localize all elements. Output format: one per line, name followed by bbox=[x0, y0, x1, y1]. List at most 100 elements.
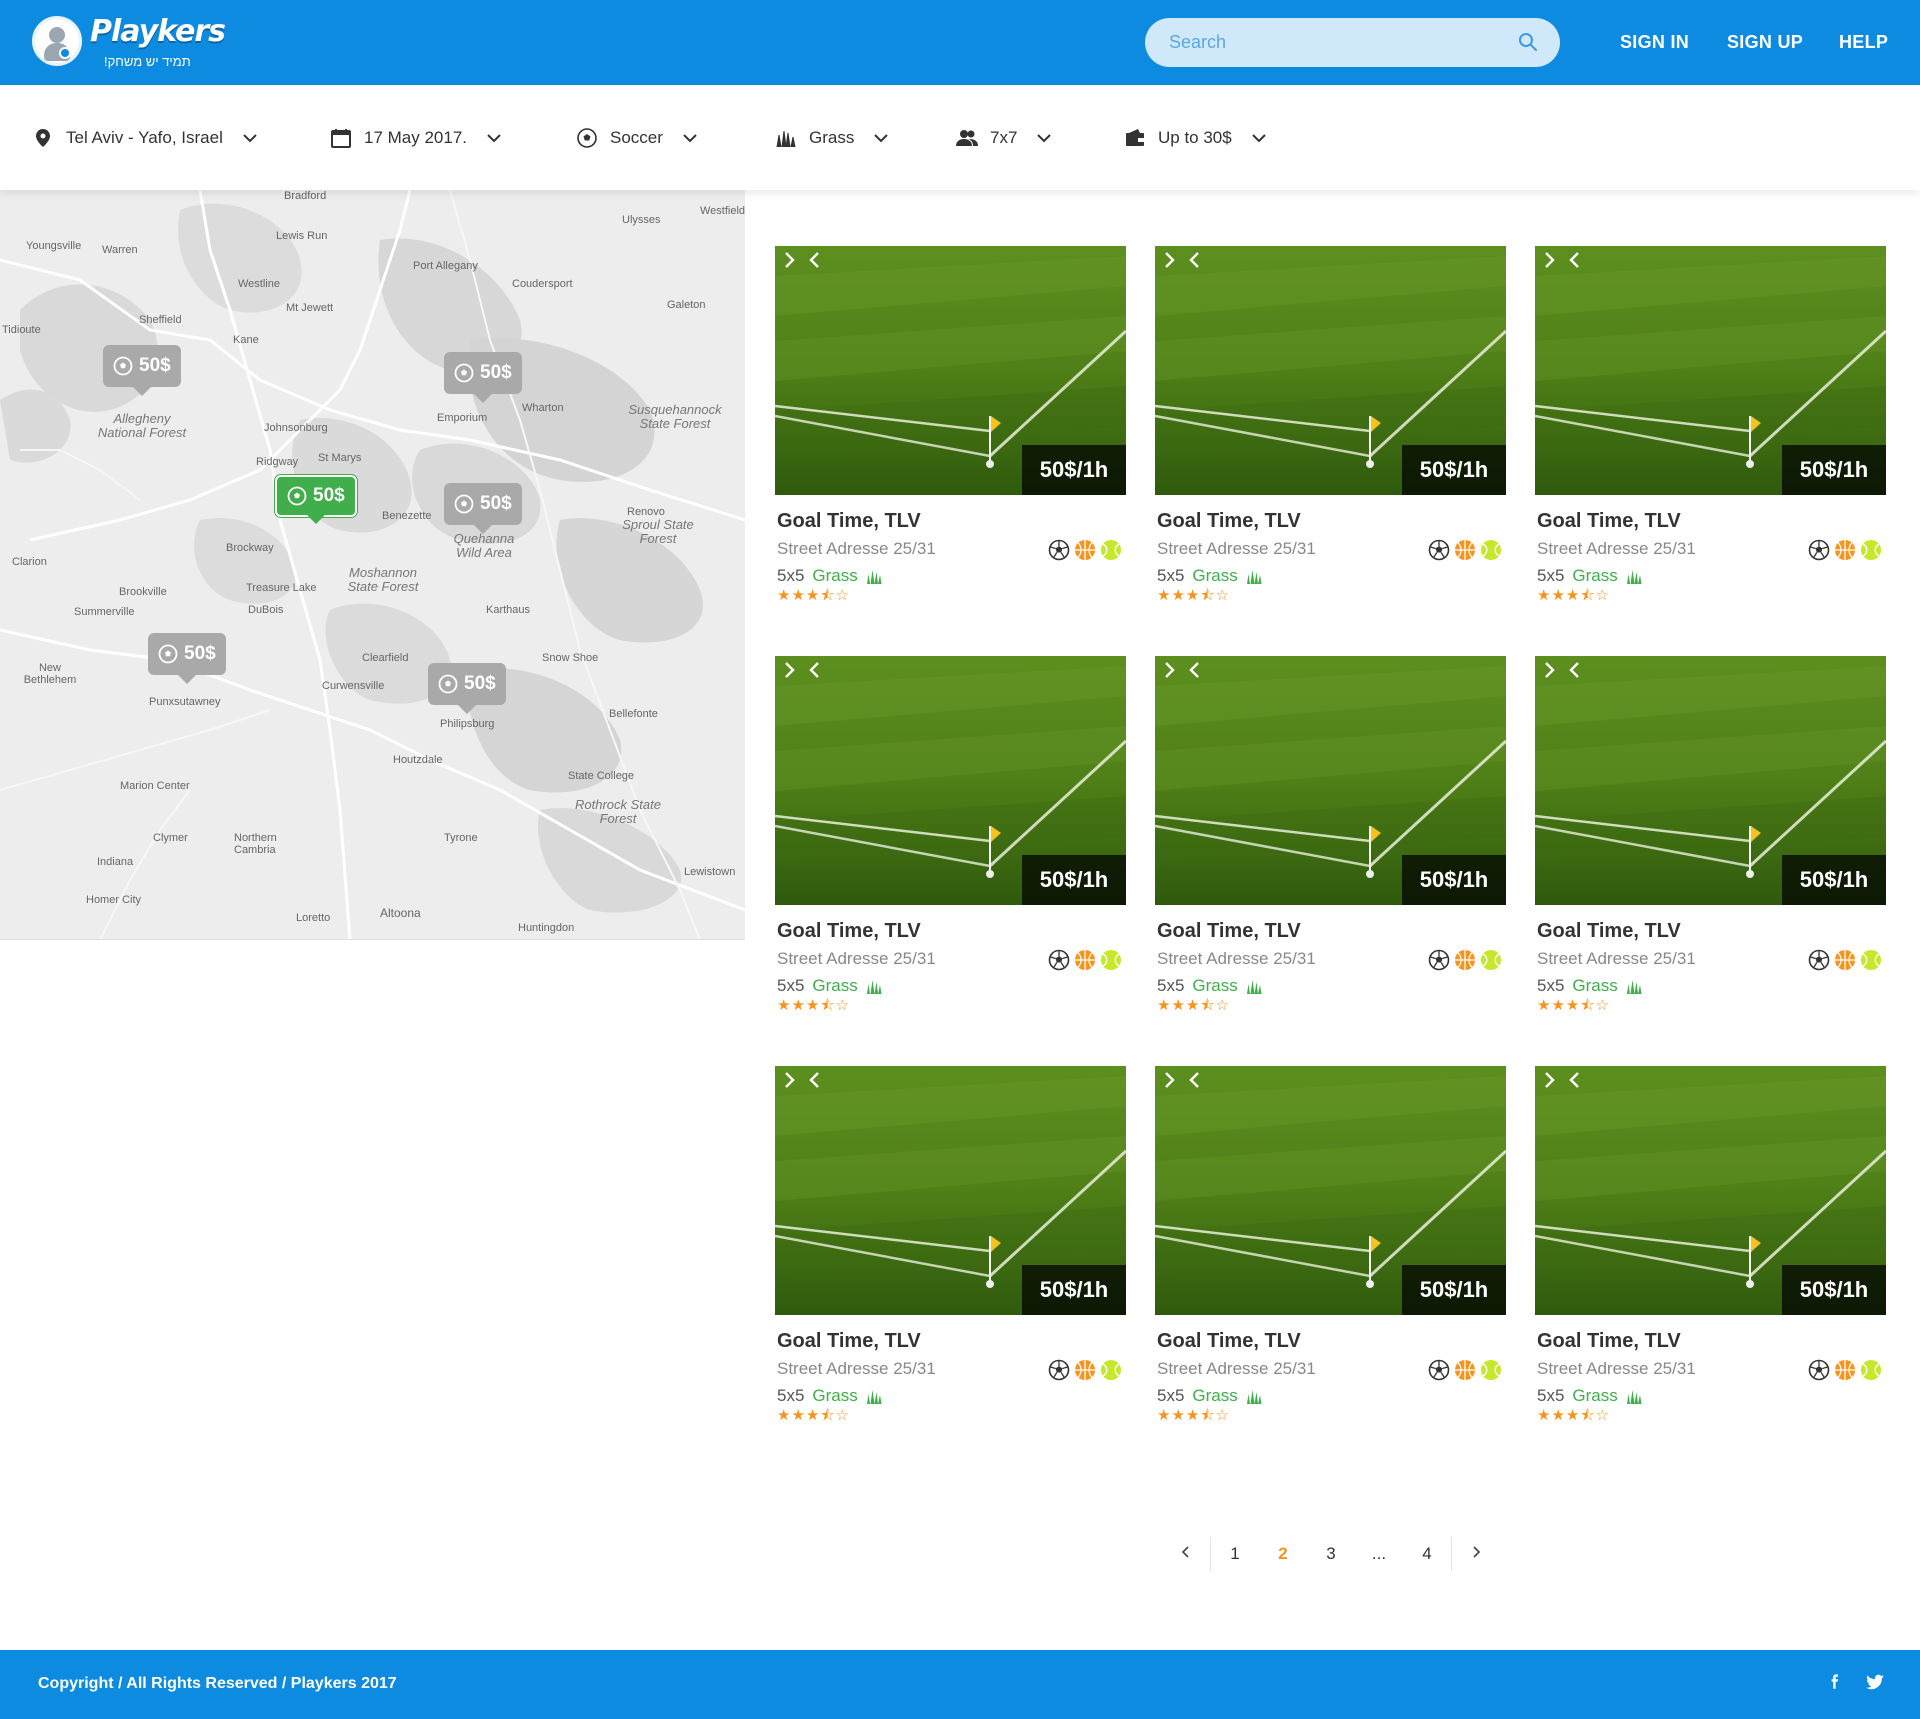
map-place: Indiana bbox=[97, 856, 134, 868]
venue-address: Street Adresse 25/31 bbox=[1157, 949, 1316, 968]
map-price-pin[interactable]: 50$ bbox=[428, 663, 506, 714]
soccer-ball-icon bbox=[1048, 539, 1070, 561]
surface-type: Grass bbox=[812, 1386, 858, 1405]
map-price-pin[interactable]: 50$ bbox=[444, 352, 522, 403]
venue-name[interactable]: Goal Time, TLV bbox=[777, 510, 921, 533]
price-badge: 50$/1h bbox=[1402, 1265, 1506, 1315]
next-photo-icon[interactable] bbox=[775, 1066, 803, 1094]
map-price-pin-active[interactable]: 50$ bbox=[275, 475, 357, 524]
map-place: Homer City bbox=[86, 894, 142, 906]
page-link[interactable]: 4 bbox=[1403, 1544, 1451, 1564]
previous-photo-icon[interactable] bbox=[801, 1066, 829, 1094]
soccer-ball-icon bbox=[1428, 539, 1450, 561]
chevron-down-icon bbox=[1037, 134, 1052, 143]
next-page-icon[interactable] bbox=[1452, 1544, 1500, 1564]
map-place: Emporium bbox=[437, 412, 488, 424]
map-place: Clearfield bbox=[362, 652, 409, 664]
map-place: New Bethlehem bbox=[23, 662, 77, 686]
venue-card[interactable]: 50$/1h Goal Time, TLV Street Adresse 25/… bbox=[1155, 246, 1506, 611]
twitter-icon[interactable] bbox=[1865, 1672, 1885, 1692]
next-photo-icon[interactable] bbox=[1155, 1066, 1183, 1094]
map-place: Tidioute bbox=[2, 324, 41, 336]
previous-photo-icon[interactable] bbox=[1181, 656, 1209, 684]
venue-card[interactable]: 50$/1h Goal Time, TLV Street Adresse 25/… bbox=[1535, 656, 1886, 1021]
location-filter[interactable]: Tel Aviv - Yafo, Israel bbox=[32, 125, 257, 151]
previous-photo-icon[interactable] bbox=[801, 656, 829, 684]
field-size: 5x5 bbox=[1157, 1386, 1185, 1405]
team-size-filter[interactable]: 7x7 bbox=[956, 125, 1052, 151]
previous-page-icon[interactable] bbox=[1162, 1544, 1210, 1564]
venue-photo[interactable]: 50$/1h bbox=[1155, 246, 1506, 495]
map-price-pin[interactable]: 50$ bbox=[444, 483, 522, 534]
map[interactable]: Bradford Youngsville Warren Lewis Run Ul… bbox=[0, 190, 745, 940]
next-photo-icon[interactable] bbox=[1155, 656, 1183, 684]
map-place: DuBois bbox=[248, 604, 284, 616]
previous-photo-icon[interactable] bbox=[1561, 656, 1589, 684]
search-input[interactable] bbox=[1169, 18, 1509, 67]
venue-address: Street Adresse 25/31 bbox=[777, 949, 936, 968]
venue-name[interactable]: Goal Time, TLV bbox=[777, 1330, 921, 1353]
venue-name[interactable]: Goal Time, TLV bbox=[1157, 1330, 1301, 1353]
map-price-pin[interactable]: 50$ bbox=[148, 633, 226, 684]
search-icon[interactable] bbox=[1518, 32, 1538, 52]
venue-name[interactable]: Goal Time, TLV bbox=[1537, 920, 1681, 943]
venue-card[interactable]: 50$/1h Goal Time, TLV Street Adresse 25/… bbox=[1535, 246, 1886, 611]
next-photo-icon[interactable] bbox=[1535, 656, 1563, 684]
venue-photo[interactable]: 50$/1h bbox=[775, 246, 1126, 495]
star-rating: ★★★⯪☆ bbox=[1537, 587, 1610, 604]
previous-photo-icon[interactable] bbox=[1561, 246, 1589, 274]
venue-card[interactable]: 50$/1h Goal Time, TLV Street Adresse 25/… bbox=[1155, 1066, 1506, 1431]
sports-icons bbox=[1048, 949, 1122, 971]
venue-photo[interactable]: 50$/1h bbox=[1535, 246, 1886, 495]
venue-name[interactable]: Goal Time, TLV bbox=[1537, 510, 1681, 533]
venue-photo[interactable]: 50$/1h bbox=[1535, 1066, 1886, 1315]
venue-photo[interactable]: 50$/1h bbox=[775, 656, 1126, 905]
map-place: Clarion bbox=[12, 556, 47, 568]
grass-icon bbox=[1246, 1390, 1262, 1404]
next-photo-icon[interactable] bbox=[775, 656, 803, 684]
facebook-icon[interactable] bbox=[1826, 1672, 1846, 1692]
page-link-current[interactable]: 2 bbox=[1259, 1544, 1307, 1564]
previous-photo-icon[interactable] bbox=[801, 246, 829, 274]
date-filter[interactable]: 17 May 2017. bbox=[330, 125, 501, 151]
map-place: Westline bbox=[238, 278, 280, 290]
map-place: Westfield bbox=[700, 205, 745, 217]
venue-card[interactable]: 50$/1h Goal Time, TLV Street Adresse 25/… bbox=[775, 1066, 1126, 1431]
sign-in-link[interactable]: SIGN IN bbox=[1620, 32, 1689, 53]
venue-photo[interactable]: 50$/1h bbox=[1535, 656, 1886, 905]
previous-photo-icon[interactable] bbox=[1181, 246, 1209, 274]
grass-icon bbox=[1626, 980, 1642, 994]
next-photo-icon[interactable] bbox=[1535, 1066, 1563, 1094]
sign-up-link[interactable]: SIGN UP bbox=[1727, 32, 1803, 53]
price-filter[interactable]: Up to 30$ bbox=[1124, 125, 1266, 151]
chevron-down-icon bbox=[683, 134, 697, 143]
page-link[interactable]: 1 bbox=[1211, 1544, 1259, 1564]
venue-photo[interactable]: 50$/1h bbox=[1155, 656, 1506, 905]
logo[interactable]: Playkers תמיד יש משחק! bbox=[32, 14, 226, 72]
venue-name[interactable]: Goal Time, TLV bbox=[1157, 510, 1301, 533]
price-badge: 50$/1h bbox=[1402, 445, 1506, 495]
chevron-down-icon bbox=[1252, 134, 1266, 143]
next-photo-icon[interactable] bbox=[1155, 246, 1183, 274]
venue-name[interactable]: Goal Time, TLV bbox=[1537, 1330, 1681, 1353]
price-badge: 50$/1h bbox=[1022, 445, 1126, 495]
venue-photo[interactable]: 50$/1h bbox=[775, 1066, 1126, 1315]
previous-photo-icon[interactable] bbox=[1561, 1066, 1589, 1094]
previous-photo-icon[interactable] bbox=[1181, 1066, 1209, 1094]
next-photo-icon[interactable] bbox=[1535, 246, 1563, 274]
sport-filter[interactable]: Soccer bbox=[576, 125, 697, 151]
venue-photo[interactable]: 50$/1h bbox=[1155, 1066, 1506, 1315]
soccer-ball-icon bbox=[438, 674, 458, 694]
venue-meta: 5x5 Grass bbox=[777, 976, 882, 996]
venue-card[interactable]: 50$/1h Goal Time, TLV Street Adresse 25/… bbox=[1535, 1066, 1886, 1431]
map-price-pin[interactable]: 50$ bbox=[103, 345, 181, 396]
surface-filter[interactable]: Grass bbox=[775, 125, 889, 151]
next-photo-icon[interactable] bbox=[775, 246, 803, 274]
venue-name[interactable]: Goal Time, TLV bbox=[1157, 920, 1301, 943]
venue-card[interactable]: 50$/1h Goal Time, TLV Street Adresse 25/… bbox=[775, 246, 1126, 611]
venue-card[interactable]: 50$/1h Goal Time, TLV Street Adresse 25/… bbox=[1155, 656, 1506, 1021]
page-link[interactable]: 3 bbox=[1307, 1544, 1355, 1564]
help-link[interactable]: HELP bbox=[1839, 32, 1888, 53]
venue-name[interactable]: Goal Time, TLV bbox=[777, 920, 921, 943]
venue-card[interactable]: 50$/1h Goal Time, TLV Street Adresse 25/… bbox=[775, 656, 1126, 1021]
